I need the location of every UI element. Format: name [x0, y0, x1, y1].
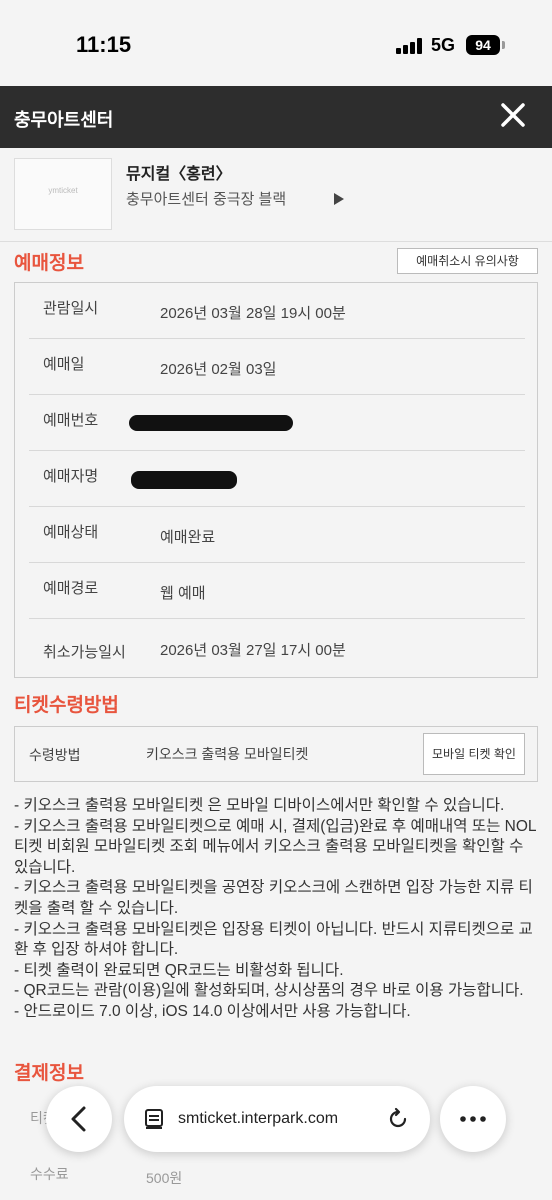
note-item: - 키오스크 출력용 모바일티켓 은 모바일 디바이스에서만 확인할 수 있습니… — [14, 797, 505, 814]
more-dots-icon — [460, 1116, 486, 1122]
info-row-booking-number: 예매번호 — [29, 395, 525, 451]
chevron-left-icon — [71, 1106, 86, 1132]
more-button[interactable] — [440, 1086, 506, 1152]
row-value: 2026년 03월 28일 19시 00분 — [160, 305, 346, 322]
booking-info-table: 관람일시 2026년 03월 28일 19시 00분 예매일 2026년 02월… — [14, 282, 538, 678]
receipt-notes: - 키오스크 출력용 모바일티켓 은 모바일 디바이스에서만 확인할 수 있습니… — [14, 796, 538, 1023]
row-label: 예매경로 — [43, 580, 99, 597]
row-value: 2026년 02월 03일 — [160, 361, 277, 378]
battery-tip — [502, 41, 505, 49]
page-header: 충무아트센터 — [0, 86, 552, 148]
mobile-ticket-button[interactable]: 모바일 티켓 확인 — [423, 733, 525, 775]
info-row-booking-date: 예매일 2026년 02월 03일 — [29, 339, 525, 395]
play-arrow-icon[interactable] — [334, 193, 344, 205]
close-icon — [501, 103, 525, 127]
row-label: 예매일 — [43, 356, 85, 373]
row-label: 예매상태 — [43, 524, 99, 541]
note-item: - 키오스크 출력용 모바일티켓은 입장용 티켓이 아닙니다. 반드시 지류티켓… — [14, 920, 533, 959]
battery-icon: 94 — [466, 35, 500, 55]
performance-title: 뮤지컬〈홍련〉 — [126, 166, 232, 183]
venue-link[interactable]: 충무아트센터 중극장 블랙 — [126, 188, 286, 209]
close-button[interactable] — [496, 98, 530, 132]
info-row-cancel-deadline: 취소가능일시 2026년 03월 27일 17시 00분 — [29, 619, 525, 675]
info-row-channel: 예매경로 웹 예매 — [29, 563, 525, 619]
poster-logo-text: ymticket — [48, 186, 78, 195]
status-time: 11:15 — [76, 32, 132, 57]
row-label: 예매번호 — [43, 412, 99, 429]
row-value: 웹 예매 — [160, 585, 206, 602]
status-bar: 11:15 5G 94 — [0, 0, 552, 86]
address-bar[interactable]: smticket.interpark.com — [124, 1086, 430, 1152]
ticket-receipt-title: 티켓수령방법 — [14, 695, 119, 716]
receipt-method-value: 키오스크 출력용 모바일티켓 — [146, 746, 309, 762]
receipt-method-row: 수령방법 키오스크 출력용 모바일티켓 모바일 티켓 확인 — [14, 726, 538, 782]
row-label: 예매자명 — [43, 468, 99, 485]
note-item: - QR코드는 관람(이용)일에 활성화되며, 상시상품의 경우 바로 이용 가… — [14, 982, 524, 1000]
fee-value: 500원 — [146, 1170, 183, 1186]
redacted-booking-number — [129, 415, 293, 431]
note-item: - 티켓 출력이 완료되면 QR코드는 비활성화 됩니다. — [14, 961, 344, 979]
payment-info-title: 결제정보 — [14, 1063, 84, 1084]
reader-icon[interactable] — [144, 1108, 166, 1130]
performance-summary: ymticket 뮤지컬〈홍련〉 충무아트센터 중극장 블랙 — [0, 148, 552, 242]
booking-info-title: 예매정보 — [14, 253, 84, 274]
fee-label: 수수료 — [30, 1166, 69, 1182]
note-item: - 키오스크 출력용 모바일티켓을 공연장 키오스크에 스캔하면 입장 가능한 … — [14, 879, 533, 917]
redacted-booker-name — [131, 471, 237, 489]
info-row-booker-name: 예매자명 — [29, 451, 525, 507]
receipt-method-label: 수령방법 — [29, 747, 81, 763]
page-title: 충무아트센터 — [14, 110, 114, 130]
poster-image: ymticket — [14, 158, 112, 230]
info-row-status: 예매상태 예매완료 — [29, 507, 525, 563]
row-label: 취소가능일시 — [43, 644, 126, 661]
cancel-notice-button[interactable]: 예매취소시 유의사항 — [397, 248, 538, 274]
url-text[interactable]: smticket.interpark.com — [178, 1110, 338, 1128]
cellular-signal-icon — [396, 38, 422, 54]
row-value: 2026년 03월 27일 17시 00분 — [160, 642, 346, 659]
reload-icon[interactable] — [386, 1107, 410, 1131]
note-item: - 안드로이드 7.0 이상, iOS 14.0 이상에서만 사용 가능합니다. — [14, 1002, 411, 1020]
network-type: 5G — [431, 35, 456, 55]
note-item: - 키오스크 출력용 모바일티켓으로 예매 시, 결제(입금)완료 후 예매내역… — [14, 817, 537, 876]
row-value: 예매완료 — [160, 529, 216, 546]
back-button[interactable] — [46, 1086, 112, 1152]
row-label: 관람일시 — [43, 300, 99, 317]
info-row-view-date: 관람일시 2026년 03월 28일 19시 00분 — [29, 283, 525, 339]
